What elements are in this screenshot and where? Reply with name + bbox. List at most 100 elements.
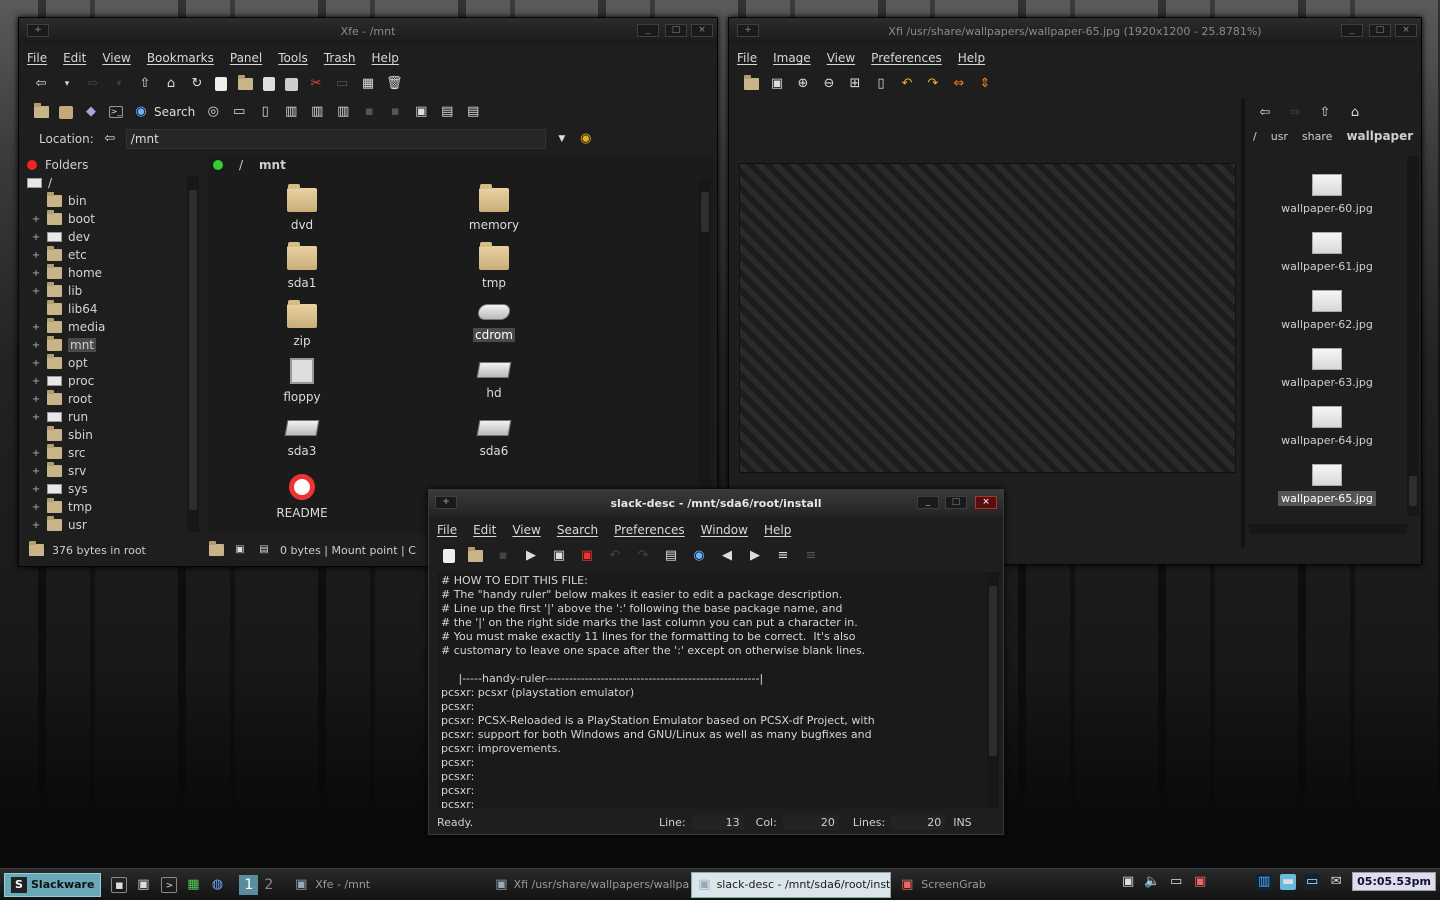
maximize-button[interactable]: □ [1369, 24, 1391, 37]
tree-item-src[interactable]: + src [23, 444, 203, 462]
close-button[interactable]: × [975, 496, 997, 509]
window-menu-button[interactable]: + [737, 24, 759, 37]
properties-icon[interactable]: ▦ [360, 76, 376, 92]
tree-item-opt[interactable]: + opt [23, 354, 203, 372]
browser-launcher-icon[interactable]: ◍ [209, 877, 225, 893]
file-item-sda3[interactable]: sda3 [247, 414, 357, 458]
tree-item-sbin[interactable]: sbin [23, 426, 203, 444]
task-button[interactable]: ▣ ScreenGrab [893, 872, 1003, 898]
trash-icon[interactable]: 🗑 [386, 76, 403, 92]
expand-toggle[interactable]: + [31, 466, 41, 477]
mirror-vertical-icon[interactable]: ⇕ [977, 76, 993, 92]
expand-toggle[interactable]: + [31, 340, 41, 351]
menu-view[interactable]: View [512, 523, 540, 537]
expand-toggle[interactable]: + [31, 358, 41, 369]
menu-edit[interactable]: Edit [63, 51, 86, 65]
file-item-README[interactable]: README [247, 472, 357, 520]
window-menu-button[interactable]: + [27, 24, 49, 37]
thumbnail-item[interactable]: wallpaper-61.jpg [1247, 232, 1407, 273]
col-value[interactable]: 20 [782, 814, 839, 830]
menu-search[interactable]: Search [557, 523, 598, 537]
menu-file[interactable]: File [437, 523, 457, 537]
maximize-button[interactable]: □ [945, 496, 967, 509]
editor-scrollbar[interactable] [987, 572, 999, 808]
tree-item-home[interactable]: + home [23, 264, 203, 282]
gem-icon[interactable]: ◆ [83, 104, 99, 120]
search-icon[interactable]: ◉ [691, 548, 707, 564]
windows-icon[interactable]: ▣ [135, 877, 151, 893]
cut-icon[interactable]: ✂ [308, 76, 324, 92]
tree-item-srv[interactable]: + srv [23, 462, 203, 480]
tree-item-run[interactable]: + run [23, 408, 203, 426]
bookmark-folder-icon[interactable] [33, 102, 49, 120]
tree-item-lib[interactable]: + lib [23, 282, 203, 300]
wrap-icon[interactable]: ≡ [803, 548, 819, 564]
small-icons-icon[interactable]: ▪ [387, 104, 403, 120]
tree-two-panels-icon[interactable]: ▥ [335, 104, 351, 120]
mail-icon[interactable]: ✉ [1328, 874, 1344, 890]
forward-history-icon[interactable]: ▾ [111, 76, 127, 92]
thumbnail-item[interactable]: wallpaper-63.jpg [1247, 348, 1407, 389]
back-icon[interactable]: ⇦ [1257, 105, 1273, 121]
menu-help[interactable]: Help [372, 51, 399, 65]
tree-item-boot[interactable]: + boot [23, 210, 203, 228]
new-folder-icon[interactable] [237, 74, 253, 92]
tree-item-media[interactable]: + media [23, 318, 203, 336]
thumb-hscrollbar[interactable] [1249, 524, 1407, 534]
location-back-icon[interactable]: ⇦ [102, 131, 118, 147]
menu-trash[interactable]: Trash [324, 51, 356, 65]
zoom-100-icon[interactable]: ▯ [873, 76, 889, 92]
thumbnail-item[interactable]: wallpaper-60.jpg [1247, 174, 1407, 215]
menu-view[interactable]: View [827, 51, 855, 65]
network-icon[interactable]: ▣ [1120, 874, 1136, 890]
editor-text-area[interactable]: # HOW TO EDIT THIS FILE: # The "handy ru… [437, 572, 987, 808]
path-root-button[interactable]: / [239, 158, 243, 172]
new-symlink-icon[interactable] [263, 77, 275, 91]
files-scroll-thumb[interactable] [701, 192, 709, 232]
expand-toggle[interactable]: + [31, 322, 41, 333]
tree-item-dev[interactable]: + dev [23, 228, 203, 246]
paste-icon[interactable]: ▤ [663, 548, 679, 564]
xfi-titlebar[interactable]: + Xfi /usr/share/wallpapers/wallpaper-65… [729, 18, 1421, 44]
new-file-icon[interactable] [215, 77, 227, 91]
tree-item-tmp[interactable]: + tmp [23, 498, 203, 516]
close-button[interactable]: × [1395, 24, 1417, 37]
tree-item-root[interactable]: + root [23, 390, 203, 408]
thumbnail-item[interactable]: wallpaper-65.jpg [1247, 464, 1407, 506]
up-icon[interactable]: ⇧ [137, 76, 153, 92]
expand-toggle[interactable]: + [31, 376, 41, 387]
expand-toggle[interactable]: + [31, 214, 41, 225]
task-button[interactable]: ▣ Xfe - /mnt [287, 872, 487, 898]
print-icon[interactable]: ▣ [769, 76, 785, 92]
expand-toggle[interactable]: + [31, 412, 41, 423]
printer-icon[interactable]: ▣ [1192, 874, 1208, 890]
tree-scrollbar[interactable] [187, 176, 199, 532]
menu-help[interactable]: Help [764, 523, 791, 537]
undo-icon[interactable]: ↶ [607, 548, 623, 564]
expand-toggle[interactable]: + [31, 286, 41, 297]
tree-scroll-thumb[interactable] [189, 190, 197, 510]
expand-toggle[interactable]: + [31, 520, 41, 531]
file-item-dvd[interactable]: dvd [247, 182, 357, 232]
file-item-cdrom[interactable]: cdrom [439, 298, 549, 342]
copy-icon[interactable] [285, 77, 298, 91]
detailed-view-icon[interactable]: ▣ [413, 104, 429, 120]
files-scrollbar[interactable] [699, 178, 711, 528]
path-share[interactable]: share [1302, 130, 1333, 143]
big-icons-icon[interactable]: ▪ [361, 104, 377, 120]
tree-item-bin[interactable]: bin [23, 192, 203, 210]
save-icon[interactable]: ▪ [495, 548, 511, 564]
tree-item-sys[interactable]: + sys [23, 480, 203, 498]
refresh-icon[interactable]: ↻ [189, 76, 205, 92]
file-item-sda1[interactable]: sda1 [247, 240, 357, 290]
menu-preferences[interactable]: Preferences [871, 51, 942, 65]
xfi-divider[interactable] [1241, 98, 1245, 548]
previous-icon[interactable]: ◀ [719, 548, 735, 564]
usb-icon[interactable]: ▭ [1168, 874, 1184, 890]
path-wallpaper[interactable]: wallpaper [1346, 129, 1413, 143]
minimize-button[interactable]: _ [1341, 24, 1363, 37]
menu-panel[interactable]: Panel [230, 51, 262, 65]
redo-icon[interactable]: ↷ [635, 548, 651, 564]
mount-icon[interactable]: ▭ [231, 104, 247, 120]
new-file-icon[interactable] [443, 549, 455, 563]
